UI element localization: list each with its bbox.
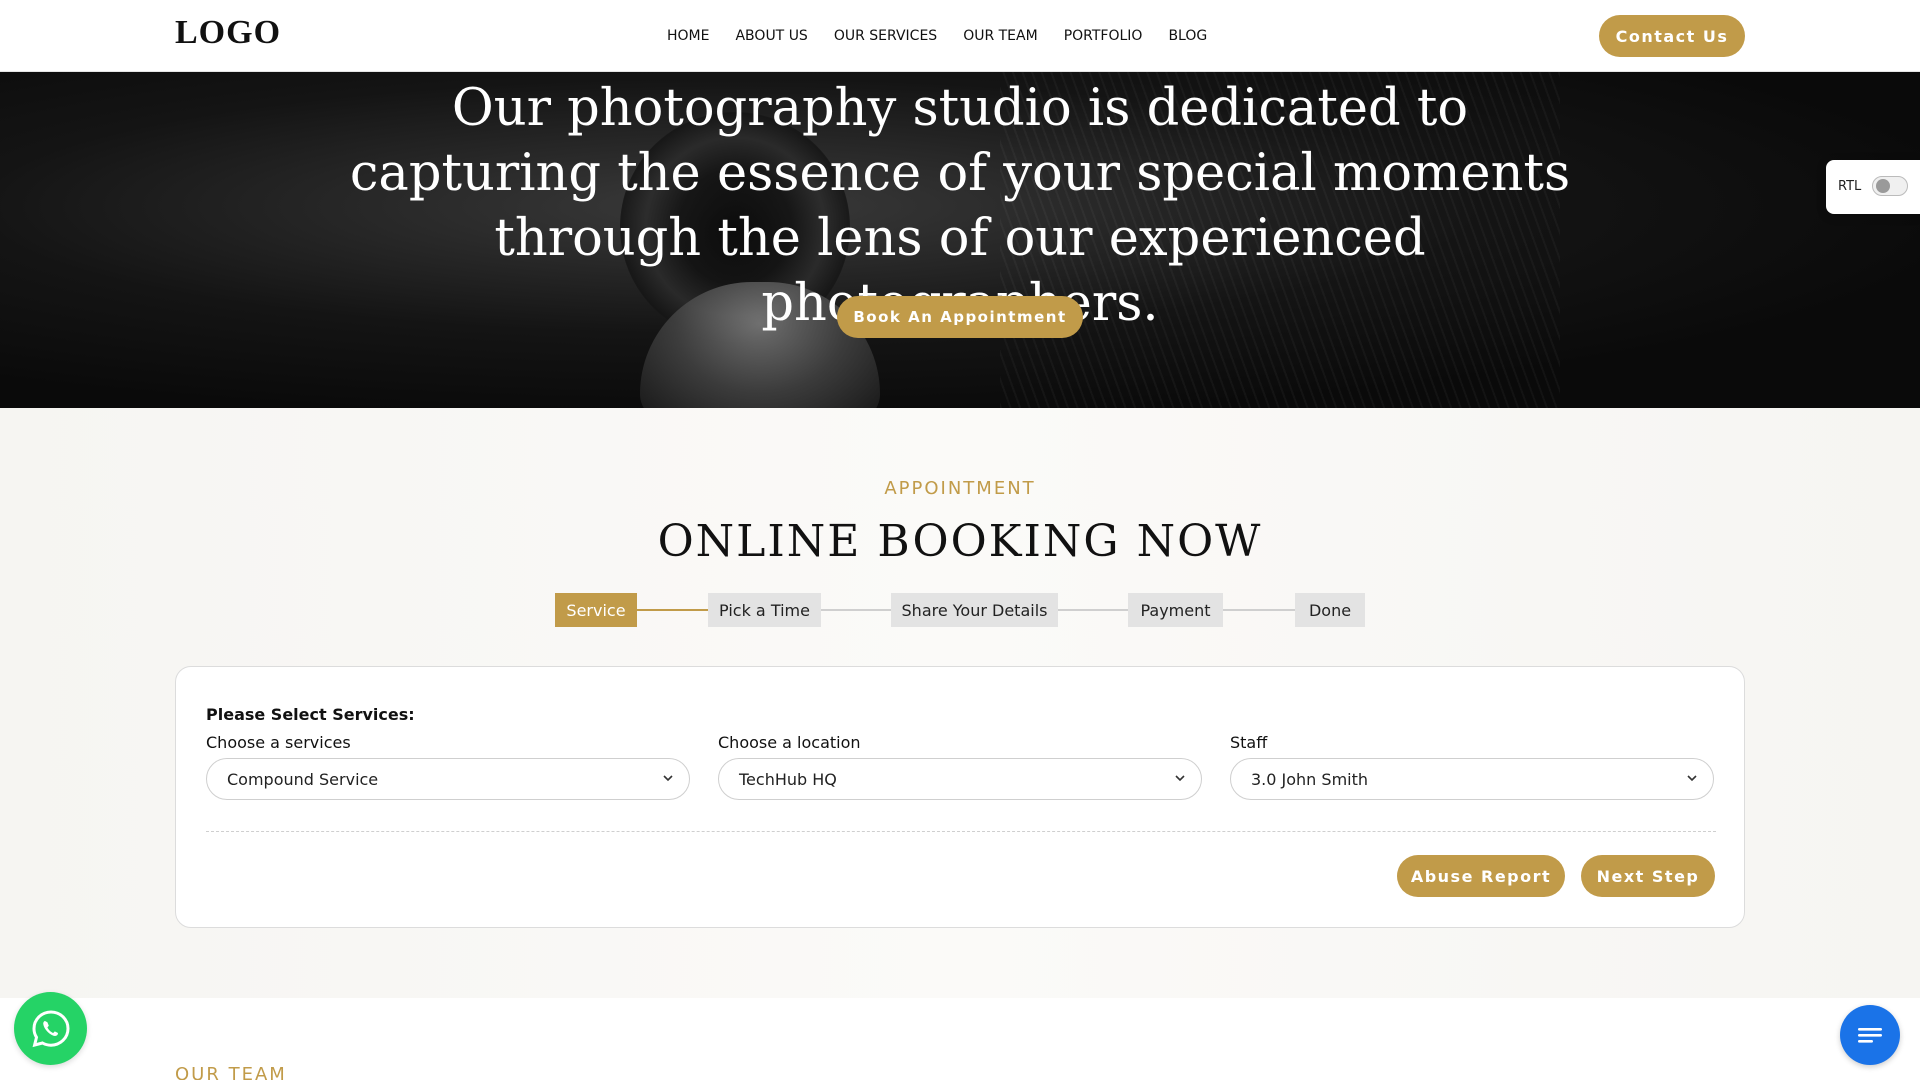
nav-item-home[interactable]: HOME [667,28,709,44]
book-appointment-button[interactable]: Book An Appointment [837,296,1083,338]
step-connector [1223,609,1295,611]
step-connector [821,609,891,611]
rtl-switch-knob [1876,179,1890,193]
site-header: LOGO HOME ABOUT US OUR SERVICES OUR TEAM… [0,0,1920,72]
chevron-down-icon [663,775,673,782]
nav-item-about-us[interactable]: ABOUT US [735,28,807,44]
form-heading: Please Select Services: [206,705,415,724]
rtl-switch[interactable] [1872,176,1908,196]
booking-form-card: Please Select Services: Choose a service… [175,666,1745,928]
contact-us-button[interactable]: Contact Us [1599,15,1745,57]
form-divider [206,831,1716,832]
nav-item-portfolio[interactable]: PORTFOLIO [1064,28,1143,44]
booking-stepper: Service Pick a Time Share Your Details P… [555,593,1365,627]
location-select-value: TechHub HQ [739,769,837,789]
location-field-label: Choose a location [718,733,861,752]
nav-item-blog[interactable]: BLOG [1168,28,1207,44]
nav-item-our-services[interactable]: OUR SERVICES [834,28,937,44]
chat-icon [1858,1028,1882,1043]
our-team-heading: OUR TEAM [175,1064,287,1080]
service-select-value: Compound Service [227,769,379,789]
chat-button[interactable] [1840,1005,1900,1065]
step-share-your-details[interactable]: Share Your Details [891,593,1058,627]
section-eyebrow: APPOINTMENT [884,478,1036,499]
step-payment[interactable]: Payment [1128,593,1223,627]
staff-select-value: 3.0 John Smith [1251,769,1369,789]
whatsapp-button[interactable] [14,992,87,1065]
whatsapp-icon [31,1009,70,1047]
abuse-report-button[interactable]: Abuse Report [1397,855,1565,897]
main-nav: HOME ABOUT US OUR SERVICES OUR TEAM PORT… [667,0,1207,72]
step-service[interactable]: Service [555,593,637,627]
chevron-down-icon [1175,775,1185,782]
rtl-label: RTL [1838,179,1862,194]
nav-item-our-team[interactable]: OUR TEAM [963,28,1038,44]
step-connector [1058,609,1128,611]
chevron-down-icon [1687,775,1697,782]
staff-select[interactable]: 3.0 John Smith [1230,758,1714,800]
section-title: ONLINE BOOKING NOW [657,516,1263,567]
step-pick-a-time[interactable]: Pick a Time [708,593,821,627]
staff-field-label: Staff [1230,733,1268,752]
service-field-label: Choose a services [206,733,351,752]
logo[interactable]: LOGO [175,14,281,52]
step-done[interactable]: Done [1295,593,1365,627]
hero-banner: Our photography studio is dedicated to c… [0,72,1920,408]
service-select[interactable]: Compound Service [206,758,690,800]
next-step-button[interactable]: Next Step [1581,855,1715,897]
booking-section: APPOINTMENT ONLINE BOOKING NOW Service P… [0,408,1920,998]
location-select[interactable]: TechHub HQ [718,758,1202,800]
rtl-toggle-panel: RTL [1826,160,1920,214]
